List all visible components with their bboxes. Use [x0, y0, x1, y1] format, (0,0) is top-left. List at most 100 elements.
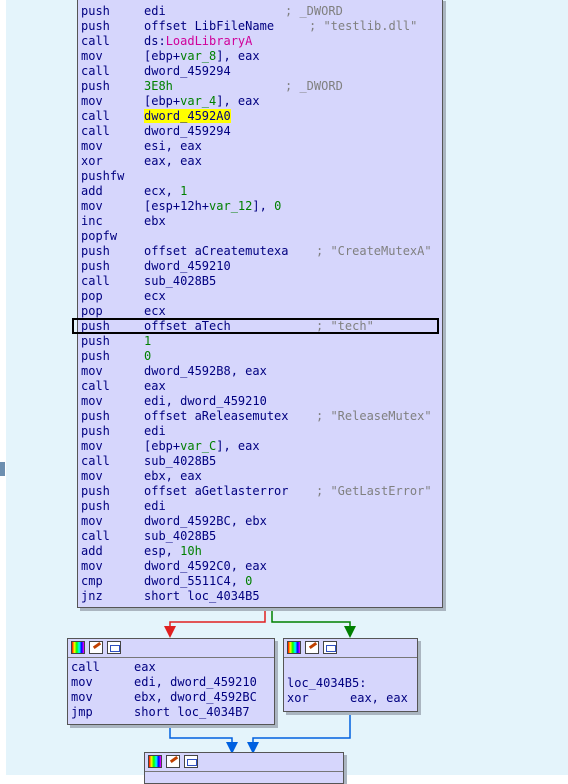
instruction-mnemonic[interactable]: mov	[71, 675, 93, 690]
instruction-mnemonic[interactable]: push	[81, 409, 110, 424]
instruction-mnemonic[interactable]: mov	[81, 559, 103, 574]
instruction-line[interactable]: add esp, 10h	[78, 544, 442, 559]
instruction-mnemonic[interactable]: push	[81, 259, 110, 274]
instruction-operand[interactable]: edi, dword_459210	[134, 675, 257, 690]
instruction-operand[interactable]: ecx	[144, 304, 166, 319]
instruction-mnemonic[interactable]: jnz	[81, 589, 103, 604]
instruction-comment[interactable]: ; _DWORD	[285, 4, 343, 19]
instruction-operand[interactable]: [ebp+var_C], eax	[144, 439, 260, 454]
instruction-mnemonic[interactable]: push	[81, 4, 110, 19]
instruction-line[interactable]: push edi ; _DWORD	[78, 4, 442, 19]
instruction-line[interactable]: push dword_459210	[78, 259, 442, 274]
instruction-line[interactable]: pushfw	[78, 169, 442, 184]
instruction-operand[interactable]: offset aReleasemutex	[144, 409, 289, 424]
instruction-operand[interactable]: 1	[144, 334, 151, 349]
instruction-operand[interactable]: ebx, dword_4592BC	[134, 690, 257, 705]
instruction-comment[interactable]: ; "CreateMutexA"	[316, 244, 432, 259]
instruction-operand[interactable]: esi, eax	[144, 139, 202, 154]
instruction-operand[interactable]: dword_459210	[144, 259, 231, 274]
node-window-icon[interactable]	[107, 641, 121, 654]
instruction-mnemonic[interactable]: push	[81, 499, 110, 514]
edit-node-icon[interactable]	[305, 641, 319, 654]
instruction-line[interactable]: push edi	[78, 424, 442, 439]
instruction-operand[interactable]: short loc_4034B5	[144, 589, 260, 604]
instruction-operand[interactable]: edi	[144, 499, 166, 514]
instruction-mnemonic[interactable]: mov	[81, 364, 103, 379]
instruction-line[interactable]: push offset LibFileName ; "testlib.dll"	[78, 19, 442, 34]
instruction-line[interactable]: inc ebx	[78, 214, 442, 229]
graph-color-icon[interactable]	[71, 641, 85, 654]
instruction-mnemonic[interactable]: push	[81, 334, 110, 349]
instruction-line[interactable]: pop ecx	[78, 289, 442, 304]
instruction-line[interactable]: call eax	[78, 379, 442, 394]
instruction-mnemonic[interactable]: call	[81, 64, 110, 79]
instruction-operand[interactable]: [ebp+var_8], eax	[144, 49, 260, 64]
instruction-operand[interactable]: eax, eax	[350, 691, 408, 706]
instruction-line[interactable]: mov edi, dword_459210	[78, 394, 442, 409]
instruction-mnemonic[interactable]: add	[81, 544, 103, 559]
instruction-line[interactable]: push edi	[78, 499, 442, 514]
instruction-line[interactable]: mov ebx, dword_4592BC	[68, 690, 274, 705]
instruction-line[interactable]: pop ecx	[78, 304, 442, 319]
instruction-mnemonic[interactable]: call	[81, 379, 110, 394]
instruction-mnemonic[interactable]: call	[81, 34, 110, 49]
instruction-line[interactable]: call ds:LoadLibraryA	[78, 34, 442, 49]
instruction-operand[interactable]: [esp+12h+var_12], 0	[144, 199, 281, 214]
instruction-mnemonic[interactable]: mov	[81, 514, 103, 529]
instruction-mnemonic[interactable]: mov	[81, 394, 103, 409]
instruction-operand[interactable]: [ebp+var_4], eax	[144, 94, 260, 109]
instruction-mnemonic[interactable]: cmp	[81, 574, 103, 589]
instruction-line[interactable]: mov dword_4592BC, ebx	[78, 514, 442, 529]
instruction-mnemonic[interactable]: mov	[81, 199, 103, 214]
instruction-operand[interactable]: eax	[134, 660, 156, 675]
instruction-line[interactable]: call dword_459294	[78, 124, 442, 139]
instruction-operand[interactable]: edi	[144, 424, 166, 439]
instruction-operand[interactable]: sub_4028B5	[144, 529, 216, 544]
instruction-mnemonic[interactable]: pop	[81, 304, 103, 319]
instruction-line[interactable]: add ecx, 1	[78, 184, 442, 199]
instruction-line[interactable]: cmp dword_5511C4, 0	[78, 574, 442, 589]
instruction-mnemonic[interactable]: push	[81, 244, 110, 259]
instruction-operand[interactable]: offset aCreatemutexa	[144, 244, 289, 259]
instruction-line[interactable]: call dword_4592A0	[78, 109, 442, 124]
instruction-comment[interactable]: ; "testlib.dll"	[309, 19, 417, 34]
instruction-operand[interactable]: 3E8h	[144, 79, 173, 94]
instruction-line[interactable]: xor eax, eax	[78, 154, 442, 169]
instruction-operand[interactable]: sub_4028B5	[144, 274, 216, 289]
edit-node-icon[interactable]	[166, 755, 180, 768]
instruction-mnemonic[interactable]: push	[81, 349, 110, 364]
instruction-operand[interactable]: offset LibFileName	[144, 19, 274, 34]
instruction-mnemonic[interactable]: call	[71, 660, 100, 675]
instruction-mnemonic[interactable]: call	[81, 274, 110, 289]
instruction-mnemonic[interactable]: mov	[81, 139, 103, 154]
instruction-line[interactable]: mov [ebp+var_4], eax	[78, 94, 442, 109]
instruction-operand[interactable]: 0	[144, 349, 151, 364]
instruction-mnemonic[interactable]: push	[81, 424, 110, 439]
instruction-line[interactable]: mov [esp+12h+var_12], 0	[78, 199, 442, 214]
instruction-operand[interactable]: edi, dword_459210	[144, 394, 267, 409]
instruction-mnemonic[interactable]: jmp	[71, 705, 93, 720]
instruction-mnemonic[interactable]: pop	[81, 289, 103, 304]
instruction-line[interactable]: mov dword_4592C0, eax	[78, 559, 442, 574]
instruction-line[interactable]: push offset aReleasemutex ; "ReleaseMutex"	[78, 409, 442, 424]
block-label[interactable]: loc_4034B5:	[287, 676, 366, 691]
instruction-line[interactable]: call sub_4028B5	[78, 529, 442, 544]
instruction-operand[interactable]: dword_4592BC, ebx	[144, 514, 267, 529]
instruction-mnemonic[interactable]: mov	[81, 94, 103, 109]
instruction-operand[interactable]: ecx, 1	[144, 184, 187, 199]
instruction-mnemonic[interactable]: call	[81, 124, 110, 139]
instruction-mnemonic[interactable]: call	[81, 454, 110, 469]
instruction-line[interactable]: mov edi, dword_459210	[68, 675, 274, 690]
instruction-mnemonic[interactable]: push	[81, 79, 110, 94]
instruction-line[interactable]: push offset aGetlasterror ; "GetLastError"	[78, 484, 442, 499]
instruction-operand[interactable]: ds:LoadLibraryA	[144, 34, 252, 49]
instruction-mnemonic[interactable]: popfw	[81, 229, 117, 244]
instruction-mnemonic[interactable]: call	[81, 109, 110, 124]
instruction-mnemonic[interactable]: mov	[71, 690, 93, 705]
instruction-line[interactable]: mov [ebp+var_8], eax	[78, 49, 442, 64]
instruction-comment[interactable]: ; _DWORD	[285, 79, 343, 94]
instruction-operand[interactable]: dword_5511C4, 0	[144, 574, 252, 589]
instruction-mnemonic[interactable]: mov	[81, 49, 103, 64]
instruction-mnemonic[interactable]: push	[81, 19, 110, 34]
instruction-operand[interactable]: eax, eax	[144, 154, 202, 169]
